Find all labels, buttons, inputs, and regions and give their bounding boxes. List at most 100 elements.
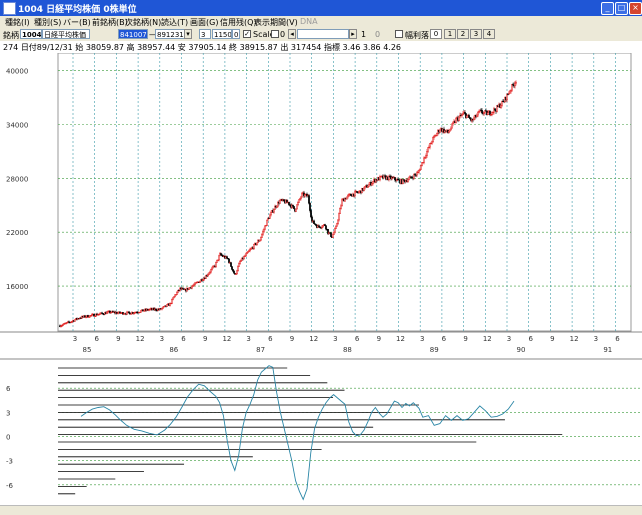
- candle-body: [420, 165, 422, 170]
- candle-body: [309, 203, 311, 211]
- menu-item-4[interactable]: 次銘柄(N): [125, 17, 161, 28]
- month-tick-label: 3: [73, 335, 77, 343]
- code-field[interactable]: 1004: [20, 29, 42, 39]
- scroll-left-icon[interactable]: ◂: [288, 29, 296, 39]
- indicator-y-tick-label: 0: [6, 434, 10, 442]
- num-0: 0: [375, 30, 381, 39]
- month-tick-label: 9: [290, 335, 294, 343]
- month-tick-label: 6: [268, 335, 273, 343]
- candle-body: [408, 177, 410, 180]
- month-tick-label: 9: [377, 335, 381, 343]
- candle-body: [218, 255, 220, 261]
- name-field[interactable]: 日経平均株価: [42, 29, 90, 39]
- candle-body: [451, 123, 453, 129]
- candle-body: [418, 170, 420, 173]
- field-1150[interactable]: 1150: [212, 29, 232, 39]
- month-tick-label: 3: [594, 335, 598, 343]
- candle-body: [261, 233, 263, 238]
- candle-body: [239, 261, 241, 264]
- view-button-4[interactable]: 4: [483, 29, 495, 39]
- menu-item-5[interactable]: 読込(T): [161, 17, 188, 28]
- candle-body: [341, 199, 343, 207]
- candle-body: [468, 115, 470, 118]
- candle-body: [176, 291, 178, 295]
- menu-item-8[interactable]: 表示期間(V): [254, 17, 298, 28]
- scale-zero-checkbox[interactable]: [271, 30, 279, 38]
- start-date-field[interactable]: 841007: [118, 29, 148, 39]
- candle-body: [506, 93, 508, 101]
- candle-body: [481, 110, 483, 114]
- candle-body: [236, 270, 238, 274]
- candle-body: [476, 114, 478, 118]
- candle-body: [432, 137, 434, 143]
- view-button-3[interactable]: 3: [470, 29, 482, 39]
- scale-checkbox[interactable]: ✓: [243, 30, 251, 38]
- candle-body: [340, 205, 342, 209]
- candle-body: [262, 230, 264, 235]
- candle-body: [338, 213, 340, 221]
- menu-item-7[interactable]: 信用残(Q): [220, 17, 257, 28]
- month-tick-label: 9: [203, 335, 207, 343]
- candle-body: [458, 116, 460, 121]
- year-tick-label: 88: [343, 346, 352, 354]
- candle-body: [253, 244, 255, 249]
- candle-body: [231, 266, 233, 270]
- candle-body: [439, 129, 441, 133]
- indicator-y-tick-label: -3: [6, 458, 13, 466]
- candle-body: [230, 262, 232, 267]
- maximize-button[interactable]: □: [615, 2, 628, 15]
- candle-body: [407, 179, 409, 182]
- year-tick-label: 90: [517, 346, 526, 354]
- scale-value: 0: [280, 30, 286, 39]
- candle-body: [436, 133, 438, 136]
- month-tick-label: 3: [420, 335, 424, 343]
- menu-item-1[interactable]: 種別(S): [34, 17, 61, 28]
- indicator-y-tick-label: -6: [6, 482, 14, 490]
- candle-body: [191, 286, 193, 289]
- candle-body: [228, 258, 230, 263]
- year-tick-label: 89: [430, 346, 439, 354]
- width-label: 幅利落: [405, 31, 429, 40]
- candle-body: [297, 202, 299, 206]
- candle-body: [260, 236, 262, 241]
- field-0[interactable]: 0: [232, 29, 240, 39]
- menu-item-2[interactable]: バー(B): [63, 17, 91, 28]
- price-y-tick-label: 28000: [6, 175, 28, 183]
- view-button-2[interactable]: 2: [457, 29, 469, 39]
- menu-item-3[interactable]: 前銘柄(B): [92, 17, 128, 28]
- candle-body: [509, 90, 511, 94]
- candle-body: [270, 212, 272, 216]
- menu-item-9[interactable]: DNA: [300, 17, 318, 26]
- month-tick-label: 3: [160, 335, 164, 343]
- window-title: 1004 日経平均株価 0株単位: [18, 5, 137, 15]
- close-button[interactable]: ×: [629, 2, 642, 15]
- menu-item-6[interactable]: 画面(G): [190, 17, 218, 28]
- view-button-0[interactable]: 0: [430, 29, 442, 39]
- scroll-right-icon[interactable]: ▸: [349, 29, 357, 39]
- month-tick-label: 3: [246, 335, 250, 343]
- candle-body: [334, 228, 336, 233]
- num-1: 1: [361, 30, 367, 39]
- chart-area[interactable]: 16000 22000 28000 34000 40000 3 6 9 12 3 6 9 12 3 6 9 12…: [0, 53, 642, 505]
- candle-body: [243, 256, 245, 260]
- code-label: 銘柄: [3, 31, 19, 40]
- minimize-button[interactable]: _: [601, 2, 614, 15]
- candle-body: [273, 209, 275, 213]
- end-date-dropdown-icon[interactable]: ▾: [184, 29, 192, 39]
- app-icon: [3, 2, 16, 15]
- scroll-track[interactable]: [297, 29, 349, 39]
- candle-body: [368, 184, 370, 187]
- menu-item-0[interactable]: 種銘(I): [5, 17, 30, 28]
- view-button-1[interactable]: 1: [444, 29, 456, 39]
- menu-bar: 種銘(I) 種別(S) バー(B) 前銘柄(B) 次銘柄(N) 読込(T) 画面(G) 信用残…: [0, 16, 642, 29]
- candle-body: [171, 299, 173, 304]
- field-3[interactable]: 3: [199, 29, 211, 39]
- candle-body: [166, 304, 168, 307]
- candle-body: [266, 219, 268, 226]
- year-tick-label: 91: [603, 346, 612, 354]
- candle-body: [346, 196, 348, 200]
- width-checkbox[interactable]: [395, 30, 403, 38]
- candle-body: [500, 105, 502, 108]
- month-tick-label: 9: [550, 335, 554, 343]
- indicator-y-tick-label: 6: [6, 385, 11, 393]
